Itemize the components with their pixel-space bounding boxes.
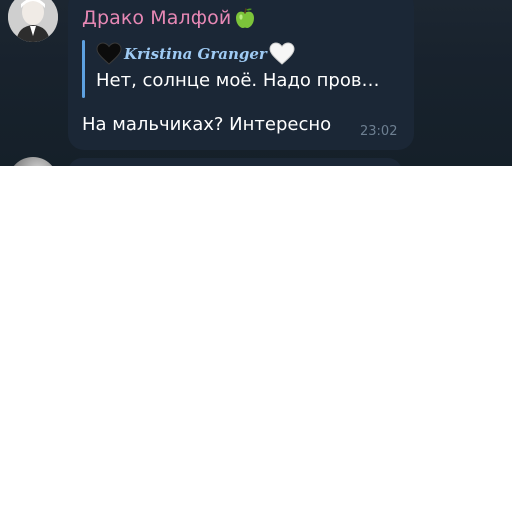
- sender-avatar[interactable]: [8, 0, 58, 42]
- reply-author-row: Kristina Granger: [96, 40, 295, 68]
- green-apple-icon: [233, 6, 257, 30]
- message-time: 23:02: [360, 124, 398, 139]
- sender-row[interactable]: Драко Малфой: [82, 4, 257, 32]
- chat-area: Драко Малфой Kristina Granger Нет, солнц…: [0, 0, 512, 166]
- message-text: На мальчиках? Интересно: [82, 114, 332, 135]
- avatar-image: [8, 0, 58, 42]
- reply-author-name: Kristina Granger: [124, 45, 267, 63]
- next-message-avatar[interactable]: [8, 157, 58, 166]
- reply-text: Нет, солнце моё. Надо пров…: [96, 70, 380, 91]
- black-heart-icon: [96, 42, 122, 66]
- white-heart-icon: [269, 42, 295, 66]
- sender-name[interactable]: Драко Малфой: [82, 7, 231, 29]
- reply-quote[interactable]: Kristina Granger Нет, солнце моё. Надо п…: [82, 40, 398, 98]
- reply-accent-bar: [82, 40, 85, 98]
- next-message-bubble[interactable]: [68, 158, 402, 166]
